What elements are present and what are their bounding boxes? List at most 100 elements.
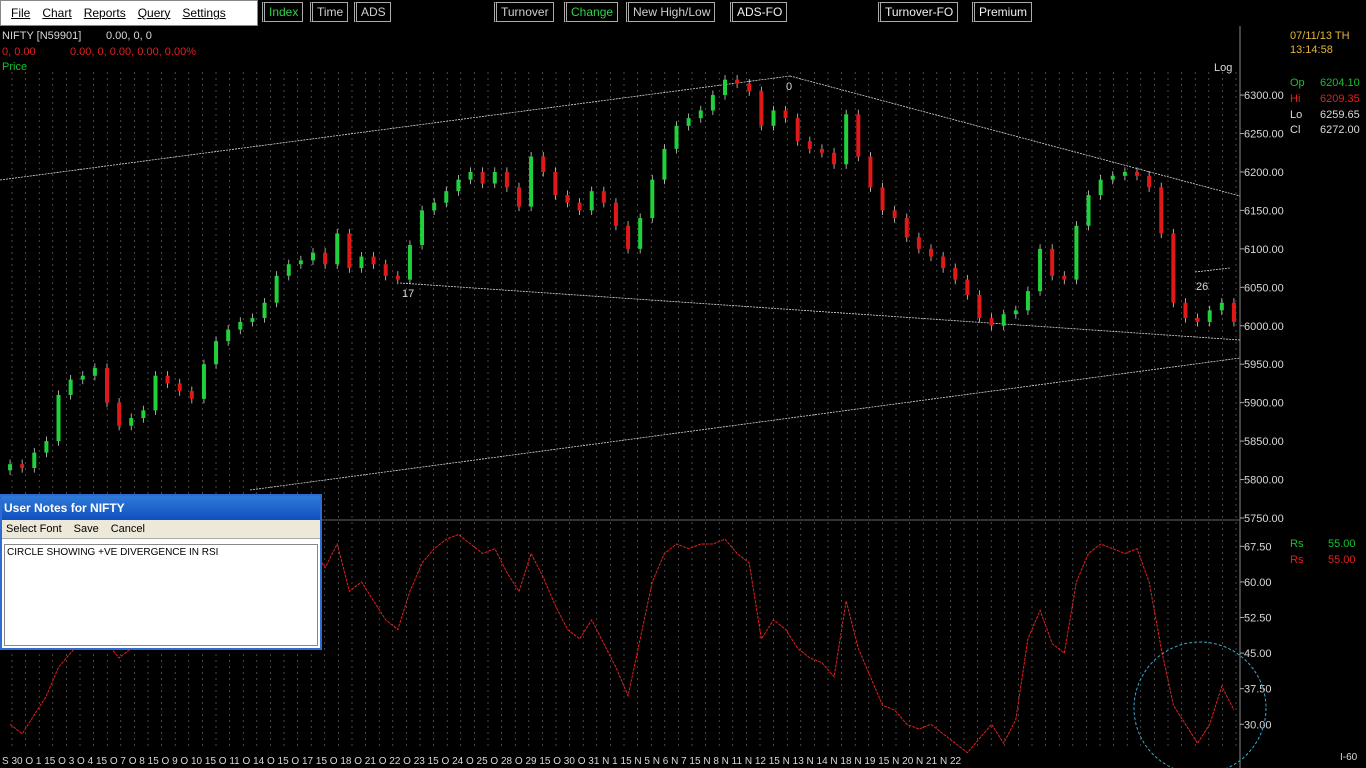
- candle-body: [832, 152, 837, 165]
- candle-body: [1013, 310, 1018, 315]
- candle-body: [1025, 291, 1030, 311]
- candle-body: [117, 402, 122, 426]
- candle-body: [468, 171, 473, 180]
- candle-body: [68, 379, 73, 395]
- candle-body: [189, 391, 194, 399]
- candle-body: [395, 275, 400, 280]
- candle-body: [953, 268, 958, 280]
- candle-body: [286, 264, 291, 276]
- candle-body: [1171, 233, 1176, 303]
- candle-body: [941, 256, 946, 269]
- candle-body: [141, 410, 146, 419]
- cancel-button[interactable]: Cancel: [111, 520, 145, 538]
- candle-body: [662, 148, 667, 180]
- candle-body: [723, 79, 727, 96]
- candle-body: [904, 218, 909, 238]
- candle-body: [1001, 314, 1006, 326]
- candle-body: [177, 383, 182, 392]
- candle-body: [529, 156, 534, 207]
- candle-body: [456, 179, 461, 192]
- candle-body: [856, 114, 861, 157]
- price-tick-label: 6000.00: [1244, 321, 1284, 333]
- candle-body: [298, 260, 303, 265]
- candle-body: [504, 171, 509, 188]
- candle-body: [819, 148, 824, 153]
- price-tick-label: 5850.00: [1244, 436, 1284, 448]
- annotation-label: 0: [786, 81, 792, 93]
- candle-body: [1231, 302, 1236, 322]
- candle-body: [262, 302, 267, 319]
- candle-body: [565, 195, 570, 203]
- candle-body: [807, 141, 812, 149]
- candle-body: [226, 329, 231, 342]
- candle-body: [880, 187, 885, 211]
- candle-body: [201, 364, 206, 399]
- candle-body: [1062, 275, 1067, 280]
- candle-body: [1135, 171, 1139, 176]
- notes-textarea[interactable]: CIRCLE SHOWING +VE DIVERGENCE IN RSI: [4, 544, 318, 646]
- candle-body: [916, 237, 921, 249]
- candle-body: [274, 275, 279, 303]
- rsi-tick-label: 30.00: [1244, 719, 1272, 731]
- candles: [8, 75, 1236, 475]
- axis-ticks: 6300.00 6250.00 6200.00 6150.00 6100.00 6050.…: [1240, 90, 1284, 731]
- candle-body: [32, 452, 37, 469]
- candle-body: [517, 187, 521, 207]
- candle-body: [371, 256, 376, 265]
- candle-body: [638, 218, 643, 249]
- price-tick-label: 6100.00: [1244, 244, 1284, 256]
- candle-body: [1195, 318, 1200, 322]
- rsi-tick-label: 37.50: [1244, 684, 1272, 696]
- candle-body: [1074, 225, 1079, 280]
- rsi-tick-label: 52.50: [1244, 613, 1272, 625]
- price-tick-label: 5950.00: [1244, 359, 1284, 371]
- candle-body: [80, 375, 85, 380]
- date-axis: S 30 O 1 15 O 3 O 4 15 O 7 O 8 15 O 9 O …: [2, 756, 962, 767]
- candle-body: [444, 191, 449, 203]
- candle-body: [1122, 171, 1127, 176]
- candle-body: [323, 252, 328, 265]
- notes-dialog-title: User Notes for NIFTY: [2, 496, 320, 520]
- candle-body: [1098, 179, 1103, 196]
- candle-body: [1219, 302, 1224, 311]
- candle-body: [747, 83, 752, 92]
- candle-body: [1086, 195, 1091, 226]
- candle-body: [407, 245, 412, 280]
- notes-dialog: User Notes for NIFTY Select Font Save Ca…: [0, 494, 322, 650]
- candle-body: [795, 118, 800, 142]
- candle-body: [1159, 187, 1164, 234]
- price-rsi-chart[interactable]: 6300.00 6250.00 6200.00 6150.00 6100.00 6050.…: [0, 0, 1366, 768]
- candle-body: [771, 110, 776, 126]
- candle-body: [613, 202, 618, 226]
- candle-body: [20, 464, 25, 469]
- price-tick-label: 6050.00: [1244, 282, 1284, 294]
- candle-body: [44, 441, 49, 453]
- select-font-button[interactable]: Select Font: [6, 520, 62, 538]
- candle-body: [92, 368, 97, 376]
- candle-body: [759, 91, 764, 126]
- price-tick-label: 6150.00: [1244, 205, 1284, 217]
- candle-body: [480, 171, 485, 184]
- price-tick-label: 5750.00: [1244, 513, 1284, 525]
- trendline: [0, 75, 791, 181]
- save-button[interactable]: Save: [74, 520, 99, 538]
- candle-body: [56, 394, 61, 442]
- price-tick-label: 6300.00: [1244, 90, 1284, 102]
- candle-body: [577, 202, 582, 211]
- candle-body: [347, 233, 352, 269]
- price-tick-label: 6250.00: [1244, 129, 1284, 141]
- candle-body: [165, 375, 170, 384]
- price-tick-label: 5900.00: [1244, 398, 1284, 410]
- candle-body: [965, 279, 970, 295]
- candle-body: [1110, 175, 1115, 180]
- candle-body: [989, 318, 994, 326]
- price-tick-label: 5800.00: [1244, 475, 1284, 487]
- rsi-tick-label: 45.00: [1244, 648, 1272, 660]
- chart-axes: [0, 26, 1241, 768]
- candle-body: [783, 110, 788, 119]
- candle-body: [335, 233, 340, 265]
- candle-body: [650, 179, 655, 219]
- rsi-tick-label: 67.50: [1244, 541, 1272, 553]
- price-tick-label: 6200.00: [1244, 167, 1284, 179]
- divergence-circle: [1133, 641, 1267, 768]
